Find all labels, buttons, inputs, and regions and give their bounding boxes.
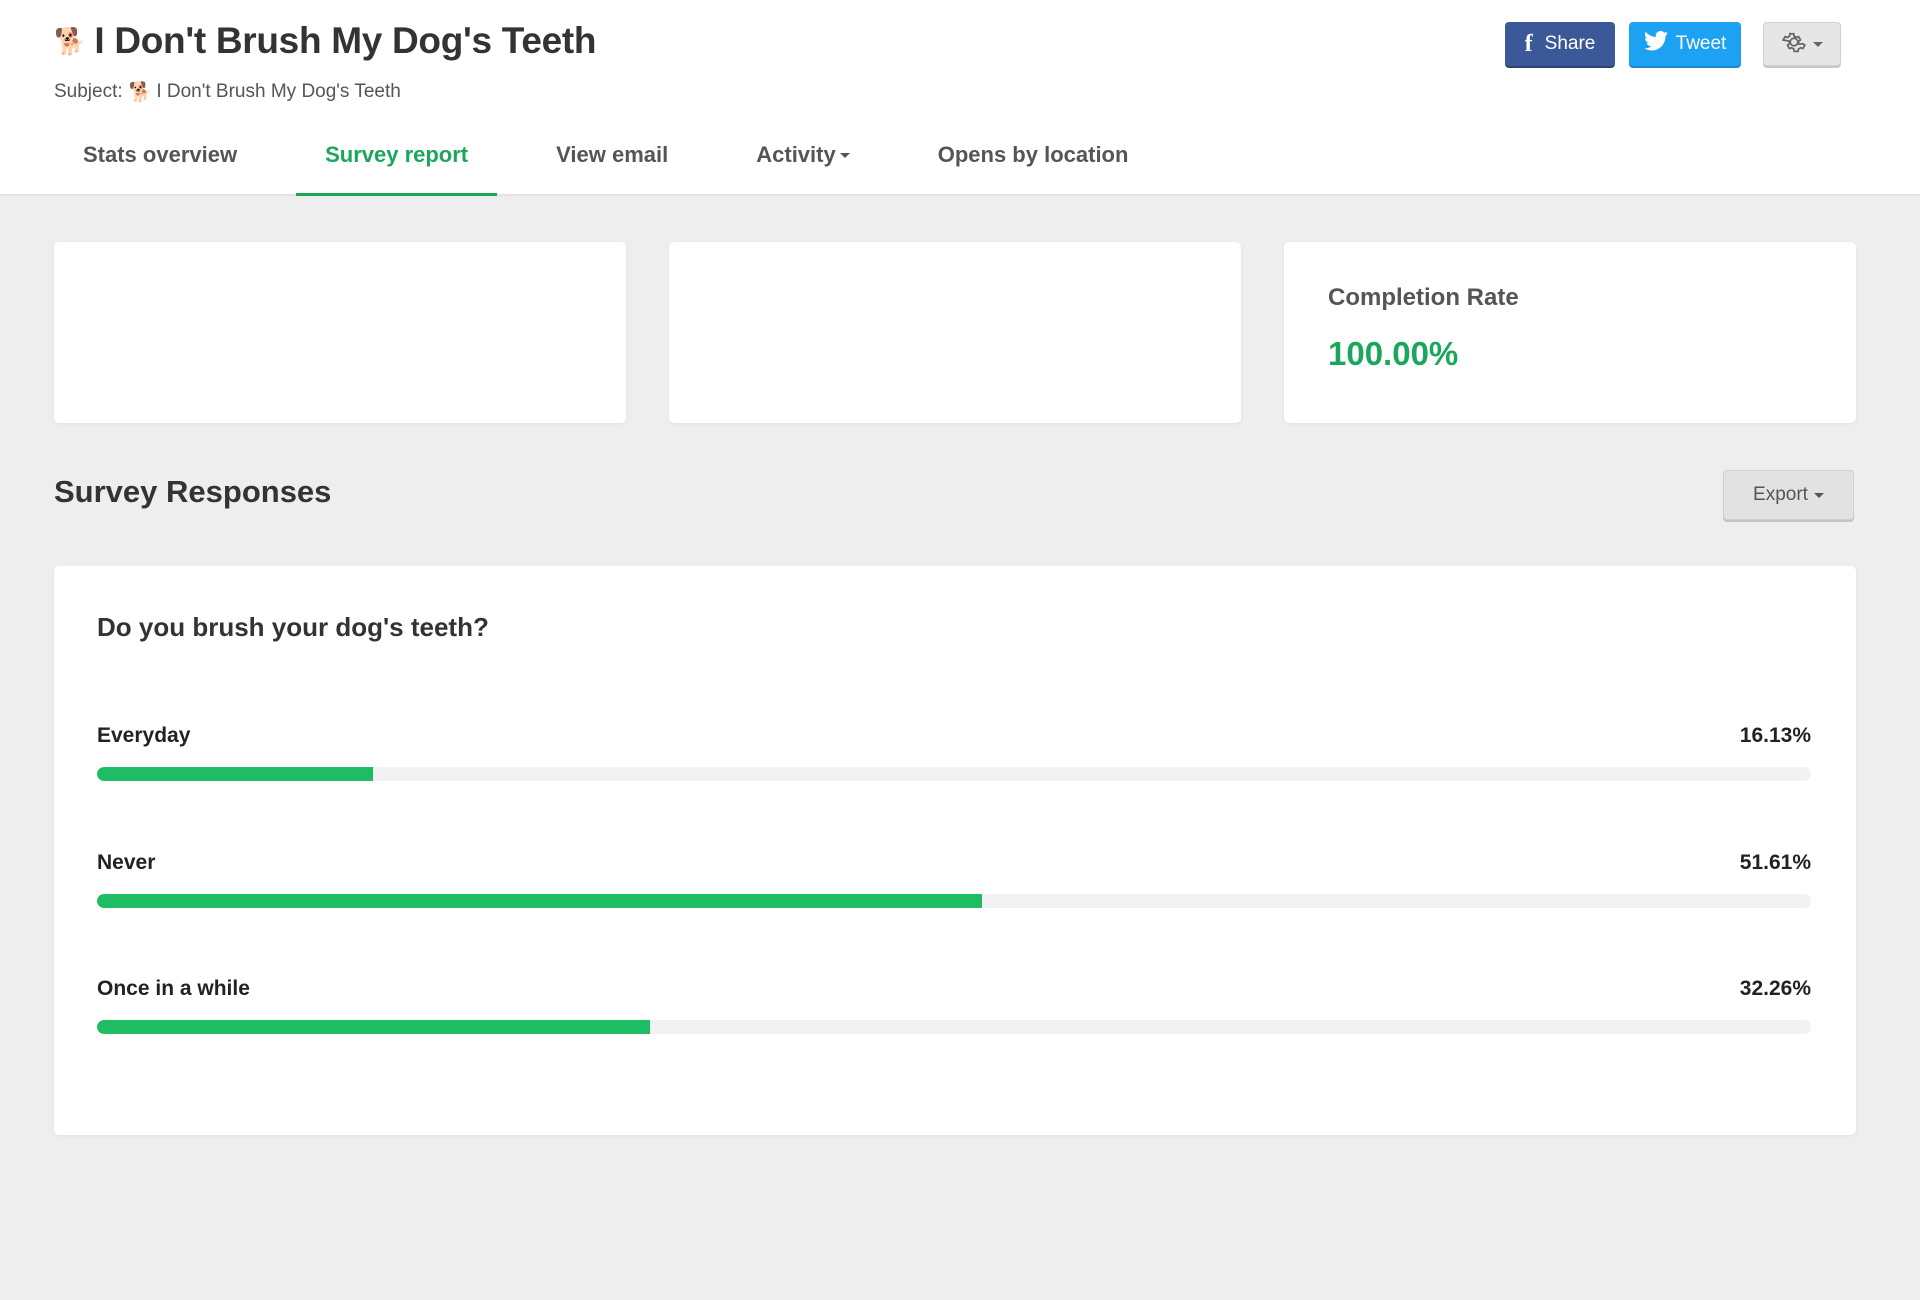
facebook-share-button[interactable]: f Share <box>1505 22 1615 66</box>
progress-bar-fill <box>97 767 374 781</box>
completion-rate-label: Completion Rate <box>1328 284 1519 311</box>
chevron-down-icon <box>839 152 850 158</box>
dog-icon: 🐕 <box>128 82 153 103</box>
progress-bar-track <box>97 767 1811 781</box>
completion-rate-card: Completion Rate 100.00% <box>1284 242 1856 423</box>
export-label: Export <box>1753 484 1808 505</box>
answer-label: Never <box>97 851 156 874</box>
progress-bar-fill <box>97 1020 650 1034</box>
email-subject: Subject: 🐕 I Don't Brush My Dog's Teeth <box>54 80 401 104</box>
page-header: 🐕 I Don't Brush My Dog's Teeth Subject: … <box>0 0 1920 196</box>
tab-stats-overview[interactable]: Stats overview <box>54 130 266 180</box>
tab-label: Activity <box>756 142 836 167</box>
tab-view-email[interactable]: View email <box>527 130 697 180</box>
gear-icon <box>1781 29 1807 60</box>
twitter-icon <box>1643 31 1668 57</box>
tab-activity[interactable]: Activity <box>727 130 878 180</box>
answer-row: Everyday 16.13% <box>97 724 1811 784</box>
title-row: 🐕 I Don't Brush My Dog's Teeth <box>54 20 597 62</box>
tab-label: Survey report <box>325 142 469 167</box>
answer-percent: 16.13% <box>1739 724 1811 747</box>
section-title: Survey Responses <box>54 474 332 509</box>
survey-question-card: Do you brush your dog's teeth? Everyday … <box>54 566 1856 1135</box>
settings-dropdown-button[interactable] <box>1763 22 1841 66</box>
answer-row: Never 51.61% <box>97 851 1811 911</box>
tab-label: Opens by location <box>937 142 1129 167</box>
dog-icon: 🐕 <box>54 25 87 56</box>
subject-text: I Don't Brush My Dog's Teeth <box>156 81 401 102</box>
tab-survey-report[interactable]: Survey report <box>296 130 498 196</box>
stat-card-empty <box>669 242 1241 423</box>
share-label: Share <box>1544 33 1596 54</box>
answer-percent: 51.61% <box>1739 851 1811 874</box>
progress-bar-track <box>97 894 1811 908</box>
progress-bar-track <box>97 1020 1811 1034</box>
export-dropdown-button[interactable]: Export <box>1723 470 1854 520</box>
subject-label: Subject: <box>54 81 123 102</box>
progress-bar-fill <box>97 894 982 908</box>
tab-label: View email <box>556 142 669 167</box>
tab-label: Stats overview <box>83 142 238 167</box>
stat-card-empty <box>54 242 626 423</box>
completion-rate-value: 100.00% <box>1328 335 1459 372</box>
answer-row: Once in a while 32.26% <box>97 977 1811 1037</box>
question-text: Do you brush your dog's teeth? <box>97 612 489 642</box>
answer-label: Everyday <box>97 724 191 747</box>
tweet-button[interactable]: Tweet <box>1629 22 1741 66</box>
chevron-down-icon <box>1813 492 1824 498</box>
page-title: I Don't Brush My Dog's Teeth <box>94 20 597 61</box>
chevron-down-icon <box>1813 41 1823 47</box>
answer-label: Once in a while <box>97 977 250 1000</box>
facebook-icon: f <box>1524 30 1533 57</box>
tab-opens-by-location[interactable]: Opens by location <box>909 130 1158 180</box>
report-tabs: Stats overview Survey report View email … <box>54 130 1187 196</box>
answer-percent: 32.26% <box>1739 977 1811 1000</box>
tweet-label: Tweet <box>1675 33 1727 54</box>
